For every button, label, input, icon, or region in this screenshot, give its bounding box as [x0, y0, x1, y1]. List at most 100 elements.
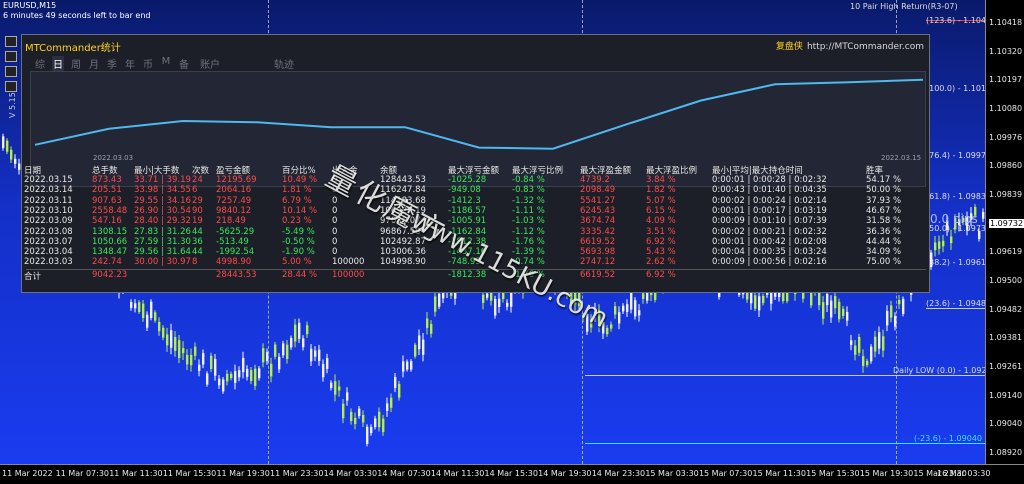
candle: [278, 353, 281, 374]
candle: [622, 303, 625, 314]
candle: [830, 295, 833, 323]
tab-10[interactable]: 轨迹: [274, 56, 294, 71]
candle: [874, 330, 877, 358]
time-tick-label: 14 Mar 03:30: [323, 469, 378, 478]
tab-4[interactable]: 季: [106, 56, 118, 71]
candle: [398, 380, 401, 401]
candle: [846, 306, 849, 327]
candle: [438, 291, 441, 310]
table-cell: 36: [192, 236, 203, 247]
candle: [326, 353, 329, 374]
side-button[interactable]: [5, 36, 17, 47]
candle: [2, 133, 5, 151]
candle: [878, 326, 881, 355]
candle: [626, 299, 629, 317]
price-tick-label: 1.10197: [989, 75, 1023, 85]
candle: [6, 138, 9, 155]
table-cell: 44: [192, 226, 203, 237]
fib-level-label: Daily LOW (0.0) - 1.09261: [893, 366, 985, 375]
candle: [190, 348, 193, 372]
tab-9[interactable]: 账户: [200, 56, 220, 71]
tab-0[interactable]: 综: [34, 56, 46, 71]
table-cell: 24: [192, 175, 203, 185]
table-cell: 2022.03.10: [24, 205, 73, 216]
price-tick-label: 1.09732: [989, 218, 1024, 228]
time-tick-label: 11 Mar 19:30: [216, 469, 270, 478]
time-axis[interactable]: 11 Mar 2022 11 Mar 07:30 11 Mar 11:30 11 Ma…: [0, 464, 1024, 484]
tab-6[interactable]: 币: [142, 56, 154, 71]
price-axis[interactable]: 1.10418 1.10320 1.10197 1.10080 1.09976 1.098…: [985, 0, 1024, 464]
candle: [258, 365, 261, 381]
candle: [890, 300, 893, 323]
candle: [134, 299, 137, 313]
time-tick-label: 15 Mar 11:30: [752, 469, 806, 478]
candle: [270, 357, 273, 383]
table-cell: -1.32 %: [512, 195, 545, 206]
candle: [222, 377, 225, 394]
candle: [358, 405, 361, 419]
table-cell: 3.84 %: [646, 175, 676, 185]
table-cell: 29.56 | 31.64: [134, 247, 191, 258]
table-header: 日期 总手数 最小|大手数 次数 盈亏金额 百分比% 出入金 余额 最大浮亏金额 最大浮亏比例 最大…: [24, 164, 924, 176]
candle: [614, 302, 617, 319]
candle: [638, 304, 641, 322]
candle: [858, 333, 861, 357]
table-row[interactable]: 2022.03.10 2558.48 26.90 | 30.54 90 9840.12 1…: [24, 206, 924, 217]
table-cell: 4998.90: [216, 257, 252, 268]
symbol-label: EURUSD,M15: [3, 1, 57, 10]
candle: [218, 374, 221, 389]
side-button[interactable]: [5, 51, 17, 62]
table-row[interactable]: 2022.03.14 205.51 33.98 | 34.55 6 2064.16 1.8…: [24, 185, 924, 196]
table-cell: -1.11 %: [512, 205, 545, 216]
table-cell: 1.81 %: [282, 185, 312, 196]
tab-3[interactable]: 月: [88, 56, 100, 71]
side-version-label: V 5.15: [8, 92, 17, 118]
candle: [322, 359, 325, 382]
candle: [402, 355, 405, 378]
table-cell: 104998.90: [380, 257, 426, 268]
table-row[interactable]: 2022.03.11 907.63 29.55 | 34.16 29 7257.49 6.…: [24, 196, 924, 207]
table-cell: 36.36 %: [866, 226, 902, 237]
tab-8[interactable]: 备: [178, 56, 190, 71]
fib-line: [585, 375, 985, 376]
candle: [494, 295, 497, 319]
panel-link[interactable]: 复盘侠 http://MTCommander.com: [776, 39, 924, 52]
candle: [842, 306, 845, 319]
tab-1[interactable]: 日: [52, 56, 64, 71]
price-tick-label: 1.09839: [989, 190, 1023, 199]
table-cell: 33.71 | 39.19: [134, 175, 191, 185]
tab-2[interactable]: 周: [70, 56, 82, 71]
time-tick-label: 15 Mar 07:30: [698, 469, 753, 478]
table-cell: 0: [332, 226, 338, 237]
candle: [362, 410, 365, 427]
table-cell: -0.50 %: [282, 236, 315, 247]
table-cell: 50.00 %: [866, 185, 902, 196]
table-cell: 10.14 %: [282, 205, 318, 216]
table-cell: 2022.03.09: [24, 216, 73, 227]
site-url[interactable]: http://MTCommander.com: [807, 42, 924, 52]
table-cell: 44.44 %: [866, 236, 902, 247]
table-cell: 2747.12: [580, 257, 616, 268]
candle: [198, 359, 201, 377]
side-button[interactable]: [5, 81, 17, 92]
candle: [206, 371, 209, 387]
summary-cell: 28443.53: [216, 269, 257, 280]
table-cell: 0:00:02 | 0:00:24 | 0:02:14: [712, 195, 827, 206]
tab-7[interactable]: M: [160, 56, 172, 71]
tab-5[interactable]: 年: [124, 56, 136, 71]
table-cell: 5.07 %: [646, 195, 676, 206]
side-toolbar: [5, 36, 17, 96]
table-cell: 6: [192, 185, 198, 196]
candle: [606, 325, 609, 337]
table-row[interactable]: 2022.03.09 547.16 28.40 | 29.32 19 218.49 0.2…: [24, 216, 924, 227]
candle: [238, 366, 241, 382]
price-chart[interactable]: EURUSD,M15 6 minutes 49 seconds left to …: [0, 0, 985, 464]
price-tick-label: 1.09860: [989, 161, 1023, 171]
summary-row: 合计 9042.23 28443.53 28.44 % 100000 -1812.38 -1…: [24, 269, 924, 282]
table-cell: 29.55 | 34.16: [134, 195, 191, 206]
side-button[interactable]: [5, 66, 17, 77]
table-cell: 28.40 | 29.32: [134, 216, 191, 227]
candle: [386, 397, 389, 417]
candle: [822, 296, 825, 325]
table-row[interactable]: 2022.03.15 873.43 33.71 | 39.19 24 12195.69 1…: [24, 175, 924, 186]
